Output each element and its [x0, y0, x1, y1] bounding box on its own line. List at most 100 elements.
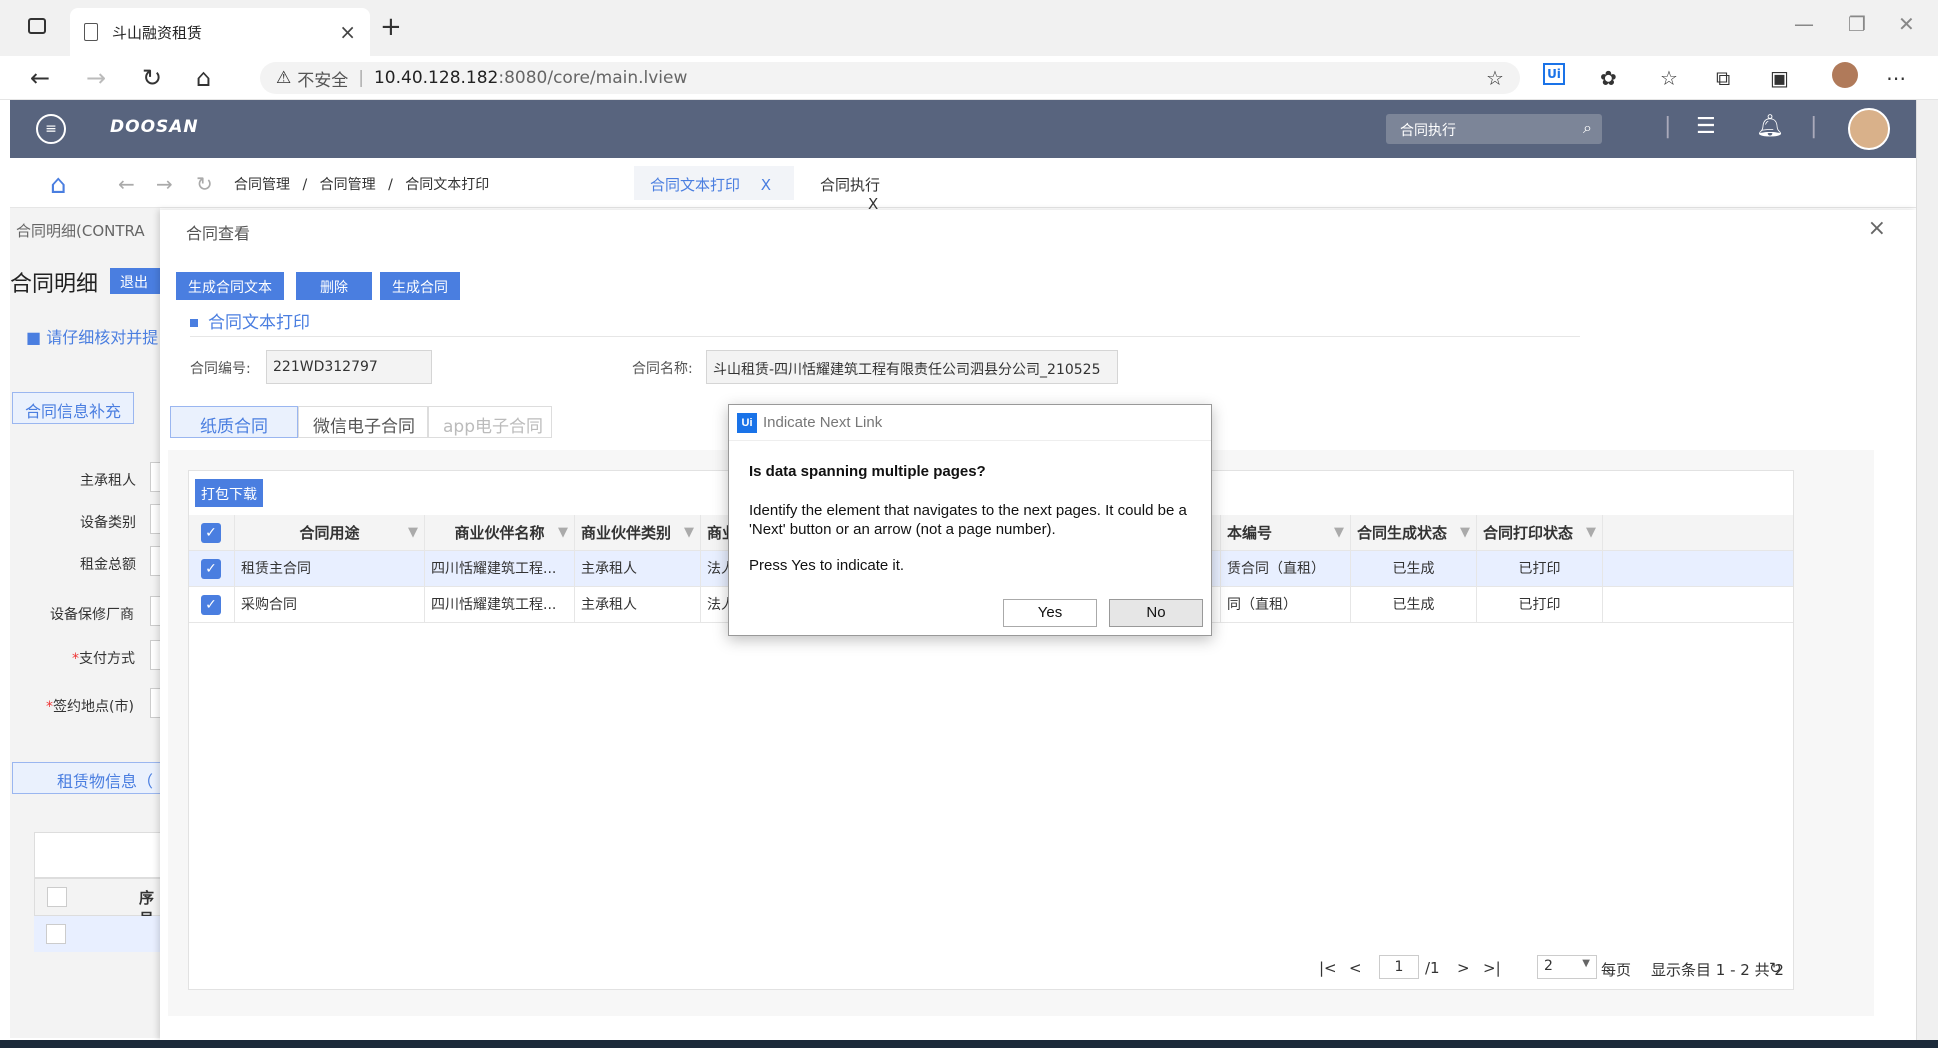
contract-name-field[interactable]: 斗山租赁-四川恬耀建筑工程有限责任公司泗县分公司_210525: [706, 350, 1118, 384]
page-scrollbar[interactable]: [1916, 100, 1938, 1048]
list-icon[interactable]: ☰: [1696, 114, 1716, 139]
new-tab-button[interactable]: +: [380, 12, 402, 42]
bg-select-all-checkbox[interactable]: [47, 887, 67, 907]
next-page-icon[interactable]: >: [1457, 959, 1470, 977]
bg-grid-row[interactable]: [34, 916, 164, 952]
indicate-next-link-dialog: Ui Indicate Next Link Is data spanning m…: [728, 404, 1212, 636]
contract-no-field[interactable]: 221WD312797: [266, 350, 432, 384]
required-mark: *: [72, 651, 79, 667]
cell-purpose: 采购合同: [235, 587, 425, 623]
tab-label: 合同执行: [820, 176, 881, 194]
tab-contract-supplement[interactable]: 合同信息补充: [12, 392, 135, 424]
tab-contract-text-print[interactable]: 合同文本打印 X: [634, 166, 794, 200]
yes-button[interactable]: Yes: [1003, 599, 1097, 627]
favorites-icon[interactable]: ☆: [1660, 66, 1678, 90]
bell-icon[interactable]: 🔔︎: [1756, 114, 1784, 139]
filter-icon[interactable]: ▼: [408, 515, 418, 551]
bg-grid-header: 序号: [34, 878, 164, 928]
first-page-icon[interactable]: |<: [1319, 959, 1337, 977]
per-page-select[interactable]: 2 ▼: [1537, 955, 1597, 979]
uipath-extension-icon[interactable]: Ui: [1543, 63, 1565, 85]
cell-type: 主承租人: [575, 551, 701, 587]
select-all-checkbox[interactable]: ✓: [201, 523, 221, 543]
nav-back-icon[interactable]: ←: [118, 172, 135, 196]
cell-purpose: 租赁主合同: [235, 551, 425, 587]
col-gen-status[interactable]: 合同生成状态 ▼: [1351, 515, 1477, 551]
filter-icon[interactable]: ▼: [558, 515, 568, 551]
cell-text-no: 同（直租）: [1221, 587, 1351, 623]
refresh-icon[interactable]: ↻: [142, 64, 162, 92]
search-icon[interactable]: ⌕: [1583, 118, 1592, 138]
col-print-status[interactable]: 合同打印状态 ▼: [1477, 515, 1603, 551]
dialog-question: Is data spanning multiple pages?: [749, 463, 986, 480]
tab-contract-execution[interactable]: 合同执行 X: [804, 166, 954, 213]
more-options-icon[interactable]: ⋯: [1886, 66, 1906, 90]
filter-icon[interactable]: ▼: [1586, 515, 1596, 551]
add-favorite-icon[interactable]: ☆: [1486, 66, 1504, 90]
tab-app-contract[interactable]: app电子合同: [428, 406, 552, 438]
refresh-icon[interactable]: ↻: [1769, 959, 1782, 977]
row-checkbox[interactable]: ✓: [201, 559, 221, 579]
col-partner-type[interactable]: 商业伙伴类别 ▼: [575, 515, 701, 551]
browser-essentials-icon[interactable]: ▣: [1770, 66, 1789, 90]
app-search-input[interactable]: 合同执行 ⌕: [1386, 114, 1602, 144]
tab-wechat-contract[interactable]: 微信电子合同: [298, 406, 428, 438]
tab-lease-info[interactable]: 租赁物信息（: [12, 762, 172, 794]
filter-icon[interactable]: ▼: [1460, 515, 1470, 551]
url-input[interactable]: ⚠ 不安全 | 10.40.128.182 :8080/core/main.lv…: [260, 62, 1520, 94]
user-avatar[interactable]: [1848, 108, 1890, 150]
col-text-no[interactable]: 本编号 ▼: [1221, 515, 1351, 551]
breadcrumb-item[interactable]: 合同管理: [234, 177, 290, 193]
select-all-cell: ✓: [189, 515, 235, 551]
generate-contract-text-button[interactable]: 生成合同文本: [176, 272, 284, 300]
browser-tab-title: 斗山融资租赁: [112, 23, 203, 42]
tab-paper-contract[interactable]: 纸质合同: [170, 406, 298, 438]
panel-title: 合同查看: [186, 224, 251, 243]
tab-label: 合同文本打印: [650, 176, 741, 194]
window-close-icon[interactable]: ✕: [1898, 12, 1915, 36]
extensions-icon[interactable]: ✿: [1600, 66, 1617, 90]
col-partner-name[interactable]: 商业伙伴名称 ▼: [425, 515, 575, 551]
bg-label: 设备类别: [80, 515, 136, 531]
bg-grid-header-bar: [34, 832, 164, 878]
last-page-icon[interactable]: >|: [1483, 959, 1501, 977]
col-purpose[interactable]: 合同用途 ▼: [235, 515, 425, 551]
minimize-icon[interactable]: —: [1794, 12, 1814, 36]
home-icon[interactable]: ⌂: [196, 64, 211, 92]
contract-name-label: 合同名称:: [632, 361, 693, 377]
filter-icon[interactable]: ▼: [684, 515, 694, 551]
browser-profile-avatar[interactable]: [1832, 62, 1858, 88]
panel-close-icon[interactable]: ×: [1868, 216, 1886, 241]
col-partner-type-label: 商业伙伴类别: [581, 524, 672, 542]
page-number-input[interactable]: 1: [1379, 955, 1419, 979]
browser-tab[interactable]: 斗山融资租赁 ×: [70, 8, 370, 56]
nav-forward-icon[interactable]: →: [156, 172, 173, 196]
insecure-label: 不安全: [297, 70, 349, 91]
package-download-button[interactable]: 打包下载: [195, 479, 263, 507]
breadcrumb-sep: /: [388, 177, 393, 193]
main-menu-icon[interactable]: ≡: [36, 114, 66, 144]
close-tab-icon[interactable]: ×: [339, 20, 356, 44]
bg-row-checkbox[interactable]: [46, 924, 66, 944]
forward-icon[interactable]: →: [86, 64, 106, 92]
no-button[interactable]: No: [1109, 599, 1203, 627]
home-nav-icon[interactable]: ⌂: [50, 170, 67, 200]
maximize-icon[interactable]: ❐: [1848, 12, 1866, 36]
chevron-down-icon: ▼: [1582, 958, 1590, 969]
bg-page-title: 合同明细(CONTRA: [16, 222, 145, 240]
generate-contract-button[interactable]: 生成合同: [380, 272, 460, 300]
cell-type: 主承租人: [575, 587, 701, 623]
prev-page-icon[interactable]: <: [1349, 959, 1362, 977]
collections-icon[interactable]: ⧉: [1716, 66, 1730, 90]
filter-icon[interactable]: ▼: [1334, 515, 1344, 551]
pager-summary: 显示条目 1 - 2 共 2: [1651, 961, 1784, 979]
row-checkbox[interactable]: ✓: [201, 595, 221, 615]
nav-refresh-icon[interactable]: ↻: [196, 172, 213, 196]
tab-actions-icon[interactable]: [28, 18, 46, 34]
tab-close-icon[interactable]: X: [761, 176, 771, 194]
delete-button[interactable]: 删除: [296, 272, 372, 300]
col-gen-status-label: 合同生成状态: [1357, 524, 1448, 542]
back-icon[interactable]: ←: [30, 64, 50, 92]
breadcrumb-item[interactable]: 合同管理: [320, 177, 376, 193]
breadcrumb-item[interactable]: 合同文本打印: [405, 177, 489, 193]
